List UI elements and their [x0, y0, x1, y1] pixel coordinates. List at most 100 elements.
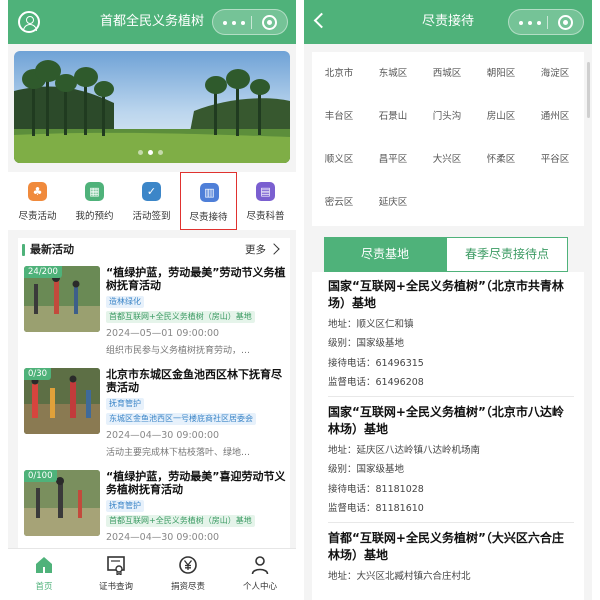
district-item[interactable]: 朝阳区 [474, 52, 528, 95]
district-item[interactable]: 房山区 [474, 95, 528, 138]
activity-thumbnail: 24/200 [24, 266, 100, 332]
district-item[interactable]: 大兴区 [420, 138, 474, 181]
miniprogram-capsule[interactable] [508, 9, 584, 35]
nav-checkin[interactable]: ✓ 活动签到 [123, 172, 180, 230]
activity-thumbnail: 0/100 [24, 470, 100, 536]
reception-header: 尽责接待 [304, 0, 592, 44]
activity-location-tag: 首都互联网+全民义务植树（房山）基地 [106, 515, 255, 527]
activity-card[interactable]: 0/30 北京市东城区金鱼池西区林下抚育尽责活动 抚育管护 东城区金鱼池西区一号… [18, 368, 290, 468]
base-address: 地址：大兴区北臧村镇六合庄村北 [328, 571, 471, 582]
close-miniprogram-icon[interactable] [262, 15, 277, 30]
more-dots-icon[interactable] [223, 21, 245, 25]
activity-category-tag: 造林绿化 [106, 296, 144, 308]
activity-category-tag: 抚育管护 [106, 398, 144, 410]
reception-screen: 尽责接待 北京市 东城区 西城区 朝阳区 海淀区 丰台区 石景山 门头沟 房山区… [304, 0, 592, 600]
calendar-icon: ▦ [85, 182, 104, 201]
base-name: 国家“互联网+全民义务植树”（北京市八达岭林场）基地 [328, 405, 564, 436]
district-item[interactable]: 门头沟 [420, 95, 474, 138]
more-dots-icon[interactable] [519, 21, 541, 25]
base-phone[interactable]: 接待电话：61496315 [328, 355, 574, 369]
book-icon: ▤ [256, 182, 275, 201]
tab-donate[interactable]: 捐资尽责 [152, 549, 224, 600]
district-item[interactable]: 昌平区 [366, 138, 420, 181]
checkin-icon: ✓ [142, 182, 161, 201]
banner-carousel[interactable] [14, 51, 290, 163]
miniprogram-capsule[interactable] [212, 9, 288, 35]
section-accent [22, 244, 25, 256]
certificate-icon [107, 556, 125, 575]
screenshot-root: 首都全民义务植树 ♣ 尽责活动 ▦ 我的预约 ✓ 活动签到 ▥ 尽责接待 ▤ 尽… [0, 0, 600, 600]
tree-icon: ♣ [28, 182, 47, 201]
district-item[interactable]: 北京市 [312, 52, 366, 95]
participant-count: 0/30 [24, 368, 52, 380]
district-item[interactable]: 通州区 [528, 95, 582, 138]
chevron-right-icon[interactable] [268, 243, 280, 255]
close-miniprogram-icon[interactable] [558, 15, 573, 30]
base-phone[interactable]: 接待电话：81181028 [328, 481, 574, 495]
nav-my-booking[interactable]: ▦ 我的预约 [66, 172, 123, 230]
base-name: 首都“互联网+全民义务植树”（大兴区六合庄林场）基地 [328, 531, 564, 562]
base-list: 国家“互联网+全民义务植树”（北京市共青林场）基地 地址：顺义区仁和镇 级别：国… [312, 272, 584, 600]
base-supervise-phone[interactable]: 监督电话：61496208 [328, 374, 574, 388]
tab-bases[interactable]: 尽责基地 [324, 237, 446, 272]
district-item[interactable]: 顺义区 [312, 138, 366, 181]
reception-tabs: 尽责基地 春季尽责接待点 [324, 237, 568, 272]
district-item[interactable]: 延庆区 [366, 181, 420, 224]
forest-banner-image [14, 51, 290, 163]
tab-profile[interactable]: 个人中心 [224, 549, 296, 600]
activity-title: “植绿护蓝，劳动最美”劳动节义务植树抚育活动 [106, 266, 286, 292]
district-item[interactable]: 西城区 [420, 52, 474, 95]
district-item[interactable]: 东城区 [366, 52, 420, 95]
nav-activities[interactable]: ♣ 尽责活动 [9, 172, 66, 230]
yuan-icon [179, 556, 197, 574]
nav-label: 尽责活动 [18, 211, 57, 222]
base-address: 地址：顺义区仁和镇 [328, 319, 414, 330]
tab-label: 证书查询 [98, 582, 133, 592]
nav-science[interactable]: ▤ 尽责科普 [237, 172, 294, 230]
nav-reception[interactable]: ▥ 尽责接待 [180, 172, 237, 230]
nav-label: 我的预约 [75, 211, 114, 222]
activity-card[interactable]: 0/100 “植绿护蓝，劳动最美”喜迎劳动节义务植树抚育活动 抚育管护 首都互联… [18, 470, 290, 548]
activity-card[interactable]: 24/200 “植绿护蓝，劳动最美”劳动节义务植树抚育活动 造林绿化 首都互联网… [18, 266, 290, 366]
activity-time: 2024—04—30 09:00:00 [106, 532, 220, 543]
tab-certificate[interactable]: 证书查询 [80, 549, 152, 600]
home-icon [36, 557, 52, 573]
activity-location-tag: 东城区金鱼池西区一号楼底商社区居委会 [106, 413, 256, 425]
divider [328, 396, 574, 397]
district-item[interactable]: 丰台区 [312, 95, 366, 138]
tab-label: 个人中心 [242, 582, 277, 592]
base-level: 级别：国家级基地 [328, 464, 405, 475]
capsule-divider [547, 16, 548, 29]
district-item[interactable]: 平谷区 [528, 138, 582, 181]
latest-activities: 最新活动 更多 24/200 “植绿护蓝，劳动最美”劳动节义务植树抚育活动 造林… [18, 238, 290, 548]
quick-nav: ♣ 尽责活动 ▦ 我的预约 ✓ 活动签到 ▥ 尽责接待 ▤ 尽责科普 [8, 172, 296, 230]
activity-thumbnail: 0/30 [24, 368, 100, 434]
tab-spring-points[interactable]: 春季尽责接待点 [446, 237, 568, 272]
activity-category-tag: 抚育管护 [106, 500, 144, 512]
tab-home[interactable]: 首页 [8, 549, 80, 600]
base-supervise-phone[interactable]: 监督电话：81181610 [328, 500, 574, 514]
tab-label: 首页 [35, 582, 53, 592]
district-item[interactable]: 海淀区 [528, 52, 582, 95]
activity-location-tag: 首都互联网+全民义务植树（房山）基地 [106, 311, 255, 323]
home-screen: 首都全民义务植树 ♣ 尽责活动 ▦ 我的预约 ✓ 活动签到 ▥ 尽责接待 ▤ 尽… [8, 0, 296, 600]
nav-label: 活动签到 [132, 211, 171, 222]
base-level: 级别：国家级基地 [328, 338, 405, 349]
divider [328, 522, 574, 523]
more-link[interactable]: 更多 [245, 238, 266, 262]
user-icon [251, 556, 269, 575]
district-grid: 北京市 东城区 西城区 朝阳区 海淀区 丰台区 石景山 门头沟 房山区 通州区 … [312, 52, 584, 226]
district-item[interactable]: 怀柔区 [474, 138, 528, 181]
carousel-indicators [138, 150, 168, 155]
activity-description: 活动主要完成林下枯枝落叶、绿地… [106, 448, 251, 458]
nav-label: 尽责接待 [189, 212, 228, 223]
participant-count: 24/200 [24, 266, 62, 278]
home-header: 首都全民义务植树 [8, 0, 296, 44]
capsule-divider [251, 16, 252, 29]
base-address: 地址：延庆区八达岭镇八达岭机场南 [328, 445, 481, 456]
scrollbar-thumb[interactable] [587, 62, 590, 118]
activity-time: 2024—04—30 09:00:00 [106, 430, 220, 441]
base-name: 国家“互联网+全民义务植树”（北京市共青林场）基地 [328, 279, 564, 310]
district-item[interactable]: 密云区 [312, 181, 366, 224]
district-item[interactable]: 石景山 [366, 95, 420, 138]
